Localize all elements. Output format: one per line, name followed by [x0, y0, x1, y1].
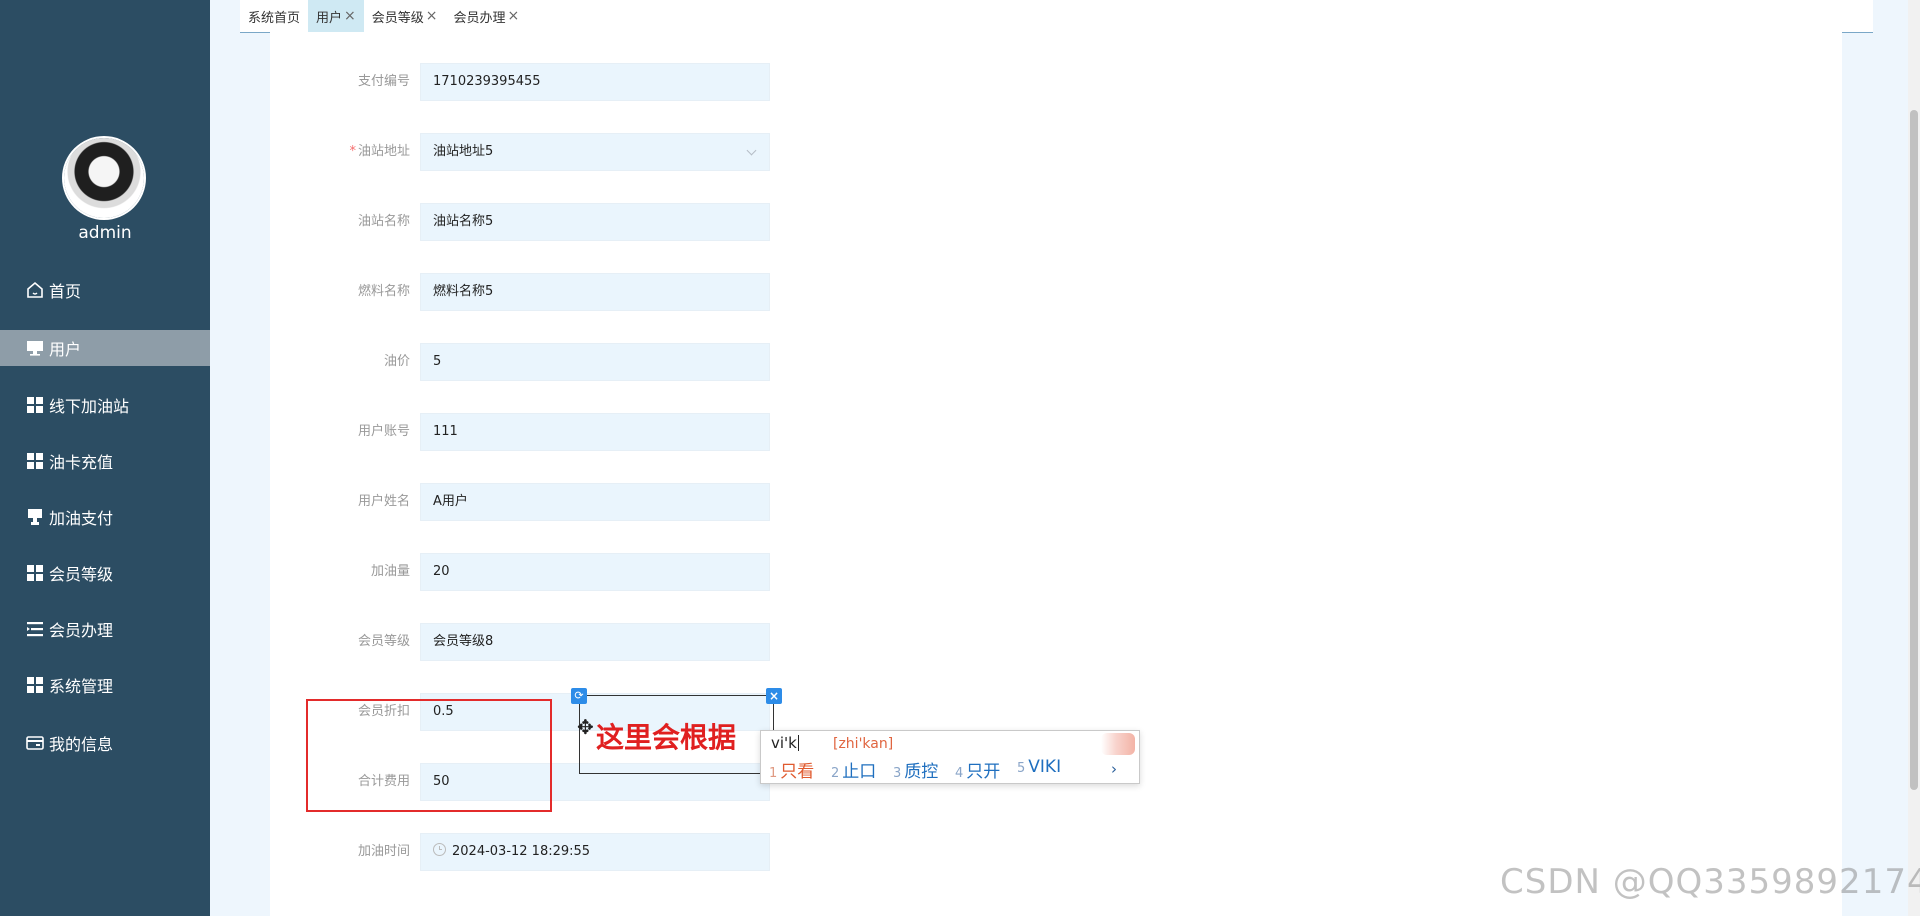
sidebar-item-label: 会员等级 [49, 565, 114, 584]
field-label: 燃料名称 [357, 284, 410, 299]
rotate-icon[interactable]: ⟳ [571, 688, 587, 704]
stamp-icon [24, 506, 46, 528]
ime-candidate[interactable]: 2 止口 [831, 757, 876, 782]
member-level-field[interactable]: 会员等级8 [420, 623, 770, 661]
tab-system-home[interactable]: 系统首页 [240, 0, 308, 32]
field-label: 用户姓名 [357, 494, 410, 509]
form-row-payment-id: 支付编号 1710239395455 [270, 63, 1070, 101]
form-row-user-name: 用户姓名 A用户 [270, 483, 1070, 521]
sidebar-item-label: 我的信息 [49, 735, 114, 754]
tab-label: 会员办理 [453, 10, 506, 26]
user-name-field[interactable]: A用户 [420, 483, 770, 521]
sidebar-item-label: 系统管理 [49, 677, 114, 696]
tab-label: 会员等级 [371, 10, 424, 26]
fuel-name-field[interactable]: 燃料名称5 [420, 273, 770, 311]
grid-icon [24, 450, 46, 472]
ime-pinyin-hint: [zhi'kan] [833, 736, 894, 752]
form-row-station-name: 油站名称 油站名称5 [270, 203, 1070, 241]
home-icon [24, 279, 46, 301]
tab-close-icon[interactable]: × [344, 8, 356, 24]
form-row-user-account: 用户账号 111 [270, 413, 1070, 451]
ime-candidate[interactable]: 3 质控 [893, 757, 938, 782]
grid-icon [24, 394, 46, 416]
field-label: 加油时间 [357, 844, 410, 859]
tab-close-icon[interactable]: × [508, 8, 520, 24]
highlight-box [306, 699, 552, 812]
list-icon [24, 618, 46, 640]
tab-member-level[interactable]: 会员等级 × [364, 0, 446, 32]
sidebar-item-label: 用户 [49, 340, 82, 359]
payment-id-field[interactable]: 1710239395455 [420, 63, 770, 101]
tab-close-icon[interactable]: × [426, 8, 438, 24]
username-label: admin [78, 223, 132, 243]
grid-icon [24, 562, 46, 584]
monitor-icon [24, 337, 46, 359]
clock-icon [433, 843, 446, 856]
grid-icon [24, 674, 46, 696]
sidebar: admin 首页 用户 线下加油站 油卡充值 加油支付 会员等级 会员办理 系统… [0, 0, 210, 916]
field-label: 用户账号 [357, 424, 410, 439]
oil-price-field[interactable]: 5 [420, 343, 770, 381]
tab-users[interactable]: 用户 × [308, 0, 364, 32]
fuel-time-picker[interactable]: 2024-03-12 18:29:55 [420, 833, 770, 871]
ime-candidate[interactable]: 5 VIKI [1017, 757, 1061, 777]
form-row-fuel-amount: 加油量 20 [270, 553, 1070, 591]
tab-label: 系统首页 [248, 10, 301, 26]
sidebar-item-member-level[interactable]: 会员等级 [0, 555, 210, 591]
page-scrollbar[interactable] [1908, 0, 1920, 916]
field-label: 会员等级 [357, 634, 410, 649]
annotation-text[interactable]: 这里会根据 [596, 716, 736, 756]
field-label: 加油量 [370, 564, 410, 579]
sidebar-item-home[interactable]: 首页 [0, 272, 210, 308]
tab-label: 用户 [316, 10, 343, 26]
field-label: 油站名称 [357, 214, 410, 229]
sidebar-item-label: 加油支付 [49, 509, 114, 528]
card-icon [24, 732, 46, 754]
avatar[interactable] [64, 138, 144, 218]
sidebar-item-offline-station[interactable]: 线下加油站 [0, 387, 210, 423]
tab-bar: 系统首页 用户 × 会员等级 × 会员办理 × [240, 0, 1873, 33]
sidebar-item-member-registration[interactable]: 会员办理 [0, 611, 210, 647]
ime-candidate-window: vi'k [zhi'kan] 1 只看 2 止口 3 质控 4 只开 5 VIKI › [760, 730, 1140, 784]
ime-candidate[interactable]: 4 只开 [955, 757, 1000, 782]
sidebar-item-card-recharge[interactable]: 油卡充值 [0, 443, 210, 479]
sidebar-item-fuel-payment[interactable]: 加油支付 [0, 499, 210, 535]
station-address-select[interactable]: 油站地址5 [420, 133, 770, 171]
ime-pinyin-input: vi'k [771, 734, 797, 752]
form-row-member-level: 会员等级 会员等级8 [270, 623, 1070, 661]
form-row-fuel-time: 加油时间 2024-03-12 18:29:55 [270, 833, 1070, 871]
field-label: 油价 [383, 354, 410, 369]
ime-next-page-icon[interactable]: › [1111, 760, 1117, 778]
form-row-station-address: * 油站地址 油站地址5 [270, 133, 1070, 171]
field-label: 支付编号 [357, 74, 410, 89]
form-row-fuel-name: 燃料名称 燃料名称5 [270, 273, 1070, 311]
sidebar-item-system-management[interactable]: 系统管理 [0, 667, 210, 703]
sidebar-item-label: 油卡充值 [49, 453, 114, 472]
scrollbar-thumb[interactable] [1910, 110, 1918, 790]
sidebar-item-my-info[interactable]: 我的信息 [0, 725, 210, 761]
sidebar-item-users[interactable]: 用户 [0, 330, 210, 366]
user-account-field[interactable]: 111 [420, 413, 770, 451]
field-label: * 油站地址 [349, 144, 410, 159]
move-cursor-icon: ✥ [577, 715, 594, 739]
close-icon[interactable]: × [766, 688, 782, 704]
sidebar-item-label: 会员办理 [49, 621, 114, 640]
fuel-time-value: 2024-03-12 18:29:55 [452, 844, 591, 859]
sidebar-item-label: 首页 [49, 282, 82, 301]
tab-member-registration[interactable]: 会员办理 × [446, 0, 528, 32]
ime-candidate[interactable]: 1 只看 [769, 757, 814, 782]
watermark: CSDN @QQ3359892174 [1500, 862, 1920, 902]
station-name-field[interactable]: 油站名称5 [420, 203, 770, 241]
required-marker: * [349, 144, 356, 159]
sidebar-item-label: 线下加油站 [49, 397, 130, 416]
form-row-oil-price: 油价 5 [270, 343, 1070, 381]
fuel-amount-field[interactable]: 20 [420, 553, 770, 591]
ime-skin-decoration [1101, 733, 1135, 755]
